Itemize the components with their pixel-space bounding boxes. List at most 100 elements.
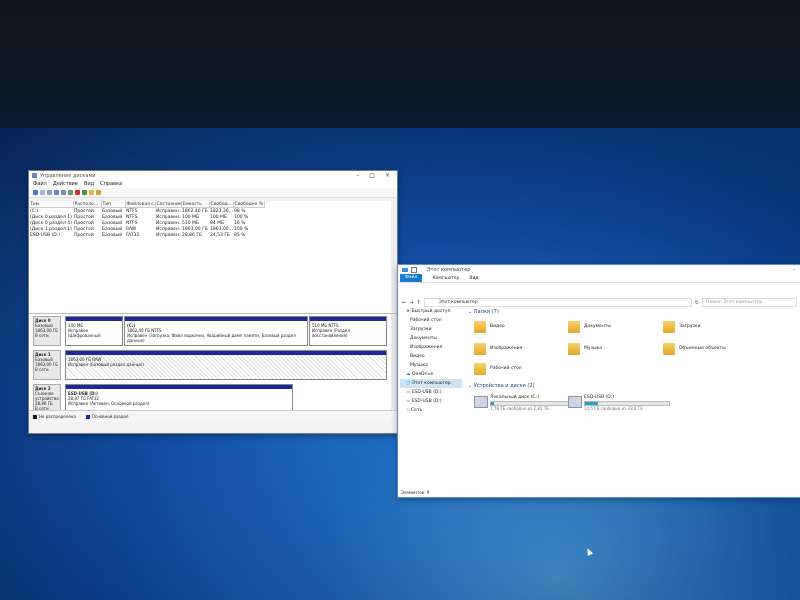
- downloads-folder-icon: [663, 321, 675, 333]
- folder-music[interactable]: Музыка: [568, 343, 658, 359]
- close-icon[interactable]: ×: [385, 172, 390, 179]
- up-arrow-icon[interactable]: ↑: [416, 300, 420, 306]
- cell-type: Базовый: [102, 214, 123, 220]
- cell-capacity: 1863,00 ГБ: [182, 226, 208, 232]
- cell-type: Базовый: [102, 226, 123, 232]
- disk-graphic-view: Диск 0 Базовый 1863,00 ГБ В сети 100 МБ …: [29, 314, 397, 422]
- nav-item-pictures[interactable]: Изображения: [400, 343, 462, 352]
- list-icon[interactable]: [61, 190, 66, 195]
- monitor-bezel: [0, 0, 800, 140]
- cell-capacity: 28,86 ГБ: [182, 232, 203, 238]
- pictures-folder-icon: [474, 343, 486, 355]
- ribbon: Файл Компьютер Вид: [398, 274, 800, 283]
- nav-item-downloads[interactable]: Загрузки: [400, 325, 462, 334]
- back-icon[interactable]: [33, 190, 38, 195]
- nav-item-quick-access[interactable]: ★ Быстрый доступ: [400, 307, 462, 316]
- legend: Не распределена Основной раздел: [29, 410, 397, 422]
- cell-type: Базовый: [102, 232, 123, 238]
- explorer-window: Этот компьютер – Файл Компьютер Вид ← → …: [397, 264, 800, 498]
- check-icon[interactable]: [82, 190, 87, 195]
- drive-c-usage-fill: [491, 402, 494, 405]
- nav-item-documents[interactable]: Документы: [400, 334, 462, 343]
- drives-section-header[interactable]: ⌄ Устройства и диски (2): [468, 381, 534, 391]
- tab-computer[interactable]: Компьютер: [432, 276, 459, 281]
- partition-disk1-raw[interactable]: 1863,00 ГБ RAW Исправен (Базовый раздел …: [65, 350, 387, 380]
- menu-view[interactable]: Вид: [84, 181, 94, 187]
- nav-item-videos[interactable]: Видео: [400, 352, 462, 361]
- nav-item-music[interactable]: Музыка: [400, 361, 462, 370]
- connect-icon[interactable]: [68, 190, 73, 195]
- tab-view[interactable]: Вид: [469, 276, 478, 281]
- folder-videos[interactable]: Видео: [474, 321, 564, 337]
- cell-type: Базовый: [102, 220, 123, 226]
- tab-file[interactable]: Файл: [400, 274, 423, 282]
- folder-desktop[interactable]: Рабочий стол: [474, 363, 564, 379]
- drive-d-usage-fill: [585, 402, 598, 405]
- drive-esd-usb[interactable]: ESD-USB (D:) 24,5 ГБ свободно из 28,8 ГБ: [568, 395, 688, 413]
- folder-pictures[interactable]: Изображения: [474, 343, 564, 359]
- cell-volume: (Диск 0 раздел 1): [30, 214, 72, 220]
- cell-status: Исправен...: [156, 214, 181, 220]
- partition-disk0-1[interactable]: 100 МБ Исправен (Шифрованный: [65, 316, 123, 346]
- cell-free: 1823,36...: [210, 208, 233, 214]
- partition-disk0-recovery[interactable]: 510 МБ NTFS Исправен (Раздел восстановле…: [309, 316, 387, 346]
- cell-status: Исправен...: [156, 232, 181, 238]
- content-pane: ⌄ Папки (7) Видео Документы Загрузки Изо…: [468, 307, 798, 483]
- back-arrow-icon[interactable]: ←: [402, 300, 406, 306]
- video-folder-icon: [474, 321, 486, 333]
- music-folder-icon: [568, 343, 580, 355]
- forward-icon[interactable]: [40, 190, 45, 195]
- dm-menubar: Файл Действие Вид Справка: [29, 180, 397, 188]
- folder-icon[interactable]: [89, 190, 94, 195]
- minimize-icon[interactable]: –: [787, 267, 800, 273]
- nav-item-onedrive[interactable]: ☁ OneDrive: [400, 370, 462, 379]
- dm-titlebar[interactable]: Управление дисками – □ ×: [29, 171, 397, 180]
- menu-help[interactable]: Справка: [100, 181, 122, 187]
- menu-file[interactable]: Файл: [33, 181, 47, 187]
- search-input[interactable]: Поиск: Этот компьютер: [702, 298, 797, 307]
- nav-item-this-pc[interactable]: ▢ Этот компьютер: [400, 379, 462, 388]
- desktop-folder-icon: [474, 363, 486, 375]
- delete-icon[interactable]: [75, 190, 80, 195]
- folder-downloads[interactable]: Загрузки: [663, 321, 753, 337]
- nav-item-esd-usb[interactable]: ▭ ESD-USB (D:): [400, 388, 462, 397]
- explorer-titlebar[interactable]: Этот компьютер –: [398, 265, 800, 274]
- settings-icon[interactable]: [96, 190, 101, 195]
- folder-3d-objects[interactable]: Объемные объекты: [663, 343, 753, 359]
- partition-disk0-c[interactable]: (C:) 1862,40 ГБ NTFS Исправен (Загрузка,…: [124, 316, 308, 346]
- usb-drive-icon: [568, 396, 582, 408]
- refresh-icon[interactable]: ↻: [695, 300, 699, 306]
- address-bar[interactable]: Этот компьютер: [423, 298, 692, 307]
- cell-filesystem: FAT32: [126, 232, 140, 238]
- disk-1-label[interactable]: Диск 1 Базовый 1863,00 ГБ В сети: [33, 350, 61, 380]
- status-bar: Элементов: 9: [401, 490, 430, 495]
- dm-title: Управление дисками: [40, 172, 96, 179]
- computer-icon: [402, 267, 408, 272]
- folder-documents[interactable]: Документы: [568, 321, 658, 337]
- cell-volume: (Диск 1 раздел 1): [30, 226, 72, 232]
- maximize-icon[interactable]: □: [369, 172, 375, 179]
- disk-management-window: Управление дисками – □ × Файл Действие В…: [28, 170, 398, 434]
- explorer-title: Этот компьютер: [427, 266, 471, 273]
- hard-drive-icon: [474, 396, 488, 408]
- cell-free-percent: 85 %: [234, 232, 246, 238]
- properties-icon[interactable]: [47, 190, 52, 195]
- nav-item-network[interactable]: ◇ Сеть: [400, 406, 462, 415]
- cell-status: Исправен...: [156, 226, 181, 232]
- minimize-icon[interactable]: –: [356, 172, 359, 179]
- help-icon[interactable]: [54, 190, 59, 195]
- quick-access-toolbar-icon[interactable]: [411, 266, 417, 273]
- legend-unallocated-swatch: [33, 415, 37, 419]
- nav-item-esd-usb-2[interactable]: ▭ ESD-USB (D:): [400, 397, 462, 406]
- disk-0-label[interactable]: Диск 0 Базовый 1863,00 ГБ В сети: [33, 316, 61, 346]
- menu-action[interactable]: Действие: [53, 181, 78, 187]
- table-row[interactable]: ESD-USB (D:) Простой Базовый FAT32 Испра…: [29, 232, 264, 238]
- forward-arrow-icon[interactable]: →: [409, 300, 413, 306]
- dm-toolbar: [29, 188, 397, 198]
- legend-unallocated: Не распределена: [39, 414, 76, 419]
- legend-primary-swatch: [85, 415, 90, 419]
- 3d-objects-folder-icon: [663, 343, 675, 355]
- nav-item-desktop[interactable]: Рабочий стол: [400, 316, 462, 325]
- navigation-pane: ★ Быстрый доступ Рабочий стол Загрузки Д…: [400, 307, 462, 483]
- folders-section-header[interactable]: ⌄ Папки (7): [468, 307, 798, 317]
